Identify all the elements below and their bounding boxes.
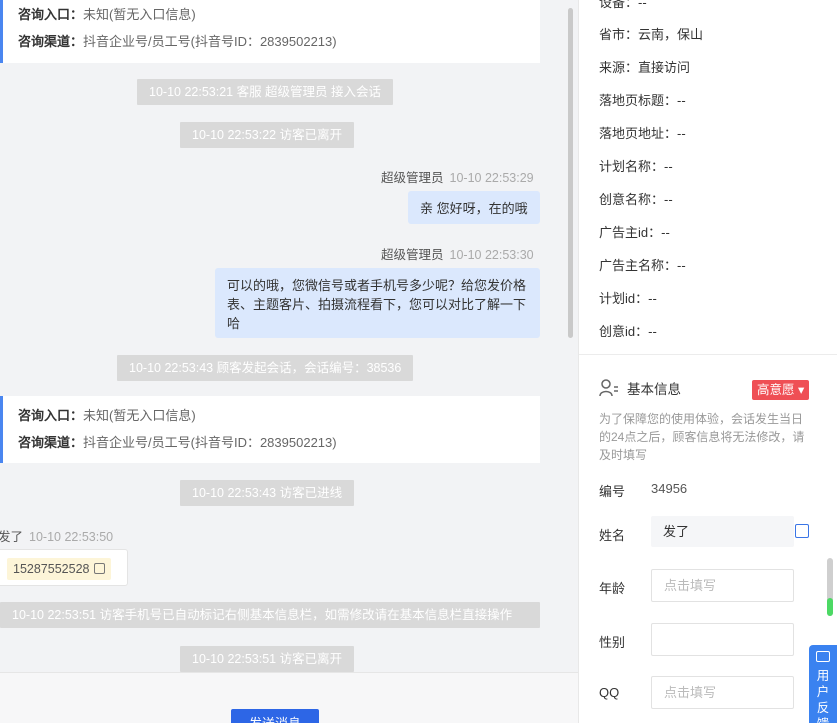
outgoing-message[interactable]: 亲 您好呀，在的哦 — [408, 191, 540, 224]
feedback-label: 用户反馈 — [816, 669, 830, 723]
intent-label: 高意愿 — [757, 383, 795, 397]
send-button[interactable]: 发送消息 — [231, 709, 319, 723]
sender-name: 超级管理员 — [381, 171, 444, 185]
basic-info-title: 基本信息 — [627, 382, 681, 397]
landing-url-row: 落地页地址：-- — [599, 126, 686, 141]
channel-row: 咨询渠道：抖音企业号/员工号(抖音号ID：2839502213) — [18, 28, 540, 55]
message-icon — [816, 651, 830, 662]
message-meta: 超级管理员 10-10 22:53:29 — [381, 167, 534, 186]
advertiser-id-row: 广告主id：-- — [599, 225, 670, 240]
entry-value: 未知(暂无入口信息) — [83, 7, 196, 22]
plan-name-row: 计划名称：-- — [599, 159, 673, 174]
sender-name: 发了 — [0, 530, 24, 544]
name-field[interactable]: 发了 — [651, 516, 794, 547]
feedback-button[interactable]: 用户反馈 — [809, 645, 837, 723]
entry-row: 咨询入口：未知(暂无入口信息) — [18, 1, 540, 28]
intent-dropdown[interactable]: 高意愿 ▾ — [752, 380, 810, 400]
creative-name-row: 创意名称：-- — [599, 192, 673, 207]
qq-input[interactable]: 点击填写 — [651, 676, 794, 709]
system-message: 10-10 22:53:43 访客已进线 — [180, 480, 355, 506]
copy-icon[interactable] — [94, 563, 106, 574]
gender-select[interactable] — [651, 623, 794, 656]
system-message: 10-10 22:53:22 访客已离开 — [180, 122, 355, 148]
message-time: 10-10 22:53:29 — [449, 171, 534, 185]
source-row: 来源：直接访问 — [599, 60, 691, 75]
outgoing-message[interactable]: 可以的哦，您微信号或者手机号多少呢？给您发价格表、主题客片、拍摄流程看下，您可以… — [215, 268, 540, 338]
copy-icon[interactable] — [795, 524, 809, 538]
caret-down-icon: ▾ — [798, 383, 805, 397]
channel-value: 抖音企业号/员工号(抖音号ID：2839502213) — [83, 435, 337, 450]
age-label: 年龄 — [599, 581, 626, 596]
entry-label: 咨询入口： — [18, 7, 84, 22]
message-time: 10-10 22:53:50 — [29, 530, 114, 544]
entry-value: 未知(暂无入口信息) — [83, 408, 196, 423]
entry-label: 咨询入口： — [18, 408, 84, 423]
entry-row: 咨询入口：未知(暂无入口信息) — [18, 402, 540, 429]
qq-label: QQ — [599, 685, 620, 700]
message-input-area[interactable]: 发送消息 — [0, 672, 578, 723]
landing-title-row: 落地页标题：-- — [599, 93, 686, 108]
creative-id-row: 创意id：-- — [599, 324, 657, 339]
channel-label: 咨询渠道： — [18, 435, 84, 450]
consult-info-card: 咨询入口：未知(暂无入口信息) 咨询渠道：抖音企业号/员工号(抖音号ID：283… — [0, 0, 540, 63]
system-message: 10-10 22:53:43 顾客发起会话，会话编号：38536 — [117, 355, 414, 381]
message-time: 10-10 22:53:30 — [449, 248, 534, 262]
message-meta: 发了 10-10 22:53:50 — [0, 526, 113, 545]
chat-scrollbar[interactable] — [566, 0, 578, 672]
channel-label: 咨询渠道： — [18, 34, 84, 49]
system-message: 10-10 22:53:51 访客已离开 — [180, 646, 355, 672]
info-scrollbar-indicator — [827, 598, 833, 616]
chat-panel: 咨询入口：未知(暂无入口信息) 咨询渠道：抖音企业号/员工号(抖音号ID：283… — [0, 0, 566, 672]
system-message: 10-10 22:53:21 客服 超级管理员 接入会话 — [137, 79, 394, 105]
user-icon — [599, 379, 618, 397]
sender-name: 超级管理员 — [381, 248, 444, 262]
consult-info-card: 咨询入口：未知(暂无入口信息) 咨询渠道：抖音企业号/员工号(抖音号ID：283… — [0, 396, 540, 463]
advertiser-name-row: 广告主名称：-- — [599, 258, 686, 273]
edit-tip: 为了保障您的使用体验，会话发生当日的24点之后，顾客信息将无法修改，请及时填写 — [599, 412, 805, 462]
device-row: 设备：-- — [599, 0, 647, 10]
phone-number: 15287552528 — [13, 562, 90, 576]
id-value: 34956 — [651, 481, 688, 496]
incoming-message[interactable]: 15287552528 — [0, 549, 128, 586]
chat-scrollbar-thumb[interactable] — [568, 8, 573, 338]
channel-value: 抖音企业号/员工号(抖音号ID：2839502213) — [83, 34, 337, 49]
gender-label: 性别 — [599, 635, 626, 650]
region-row: 省市：云南，保山 — [599, 27, 704, 42]
customer-info-panel: 设备：-- 省市：云南，保山 来源：直接访问 落地页标题：-- 落地页地址：--… — [578, 0, 837, 723]
name-label: 姓名 — [599, 528, 626, 543]
system-message: 10-10 22:53:51 访客手机号已自动标记右侧基本信息栏，如需修改请在基… — [0, 602, 540, 628]
phone-chip[interactable]: 15287552528 — [7, 558, 112, 580]
plan-id-row: 计划id：-- — [599, 291, 657, 306]
channel-row: 咨询渠道：抖音企业号/员工号(抖音号ID：2839502213) — [18, 429, 540, 456]
id-label: 编号 — [599, 484, 626, 499]
section-divider — [579, 354, 837, 355]
message-meta: 超级管理员 10-10 22:53:30 — [381, 244, 534, 263]
age-input[interactable]: 点击填写 — [651, 569, 794, 602]
